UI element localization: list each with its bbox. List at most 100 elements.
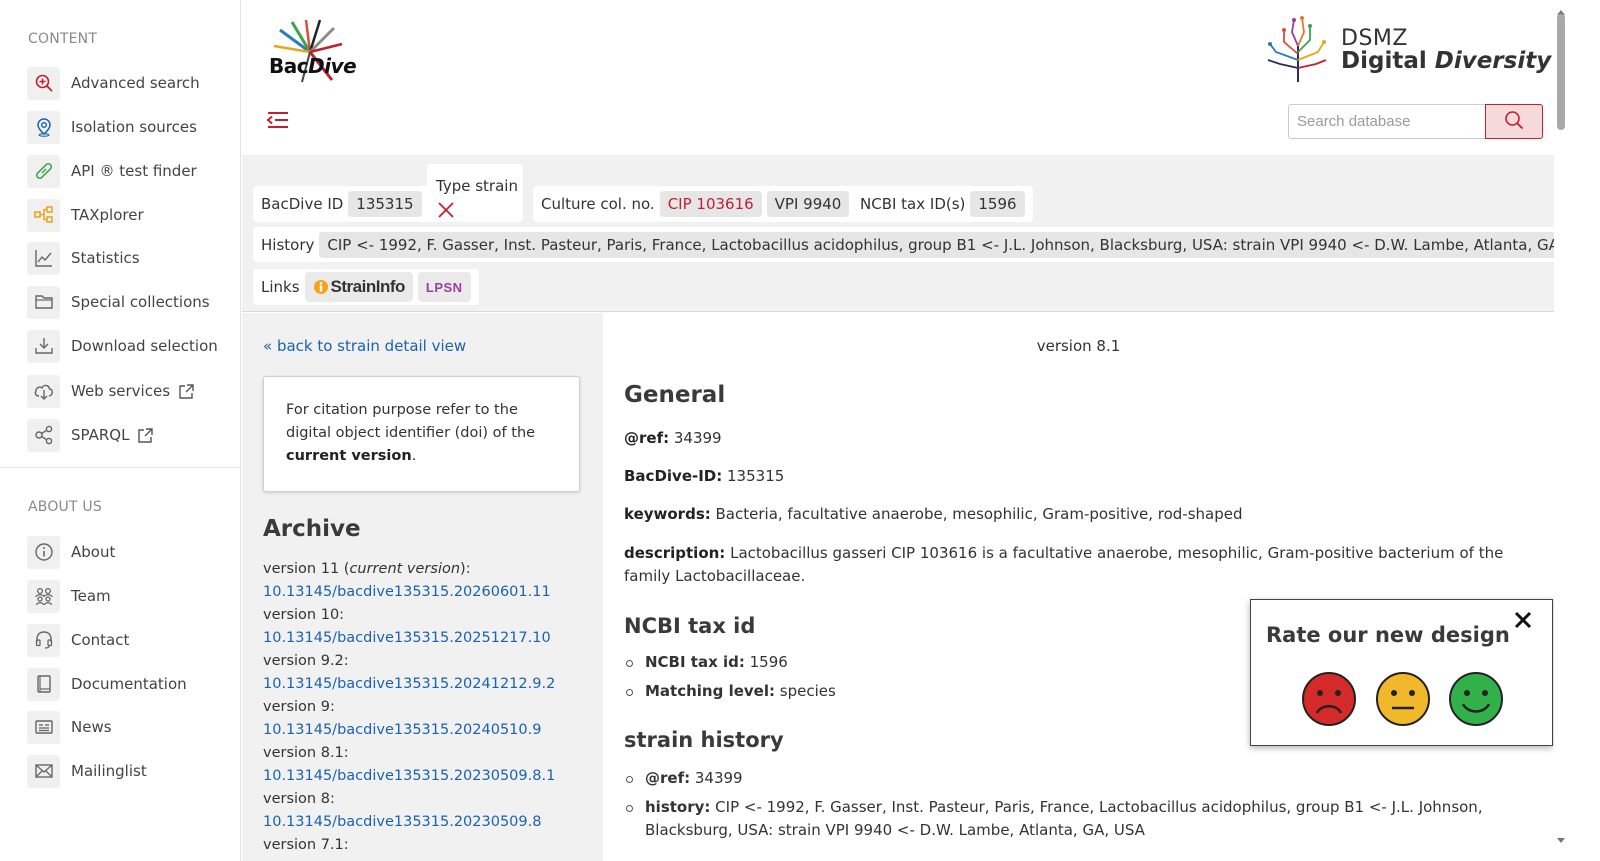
doi-link[interactable]: 10.13145/bacdive135315.20241212.9.2 bbox=[263, 673, 593, 696]
download-icon bbox=[27, 329, 60, 363]
culture-label: Culture col. no. bbox=[541, 195, 655, 213]
strain-info-bar: BacDive ID 135315 Type strain Culture co… bbox=[242, 155, 1600, 312]
straininfo-logo: StrainInfo bbox=[313, 277, 405, 297]
search-input[interactable] bbox=[1288, 104, 1485, 139]
archive-item: version 11 (current version): 10.13145/b… bbox=[263, 558, 593, 604]
sidebar-item-api-test-finder[interactable]: API ® test finder bbox=[27, 154, 237, 188]
type-strain-box: Type strain bbox=[427, 164, 523, 222]
lpsn-link[interactable]: LPSN bbox=[417, 272, 471, 302]
sidebar-item-mailinglist[interactable]: Mailinglist bbox=[27, 754, 237, 788]
sidebar-item-label: Statistics bbox=[71, 249, 140, 267]
page-scrollbar[interactable] bbox=[1554, 0, 1568, 861]
search-button[interactable] bbox=[1485, 104, 1543, 139]
ncbi-heading: NCBI tax id bbox=[624, 614, 756, 638]
sidebar-item-label: Special collections bbox=[71, 293, 210, 311]
happy-face-icon[interactable] bbox=[1448, 671, 1504, 727]
description-field: description: Lactobacillus gasseri CIP 1… bbox=[624, 544, 1504, 585]
search-bar bbox=[1288, 104, 1543, 139]
archive-list: version 11 (current version): 10.13145/b… bbox=[263, 558, 593, 857]
version-label: version 8.1 bbox=[1036, 337, 1121, 355]
culture-no-value: VPI 9940 bbox=[766, 191, 850, 217]
external-link-icon bbox=[137, 427, 154, 444]
bacdive-logo[interactable]: BacDive bbox=[262, 10, 362, 90]
bacdive-id-value: 135315 bbox=[348, 191, 422, 217]
history-label: History bbox=[261, 235, 315, 254]
dsmz-logo-line2: Digital Diversity bbox=[1341, 48, 1552, 74]
sidebar-item-label: TAXplorer bbox=[71, 206, 144, 224]
archive-item: version 8: 10.13145/bacdive135315.202305… bbox=[263, 788, 593, 834]
scrollbar-thumb[interactable] bbox=[1557, 14, 1565, 130]
content-section-title: CONTENT bbox=[28, 31, 98, 47]
archive-item: version 9.2: 10.13145/bacdive135315.2024… bbox=[263, 650, 593, 696]
sad-face-icon[interactable] bbox=[1301, 671, 1357, 727]
doi-link[interactable]: 10.13145/bacdive135315.20230509.8 bbox=[263, 811, 593, 834]
advanced-search-icon bbox=[27, 66, 60, 100]
close-icon[interactable] bbox=[1513, 610, 1533, 630]
line-chart-icon bbox=[27, 241, 60, 275]
info-icon bbox=[27, 535, 60, 569]
scroll-down-arrow-icon[interactable] bbox=[1557, 830, 1565, 843]
sidebar-item-sparql[interactable]: SPARQL bbox=[27, 418, 237, 452]
ref-field: @ref: 34399 bbox=[624, 429, 722, 447]
sidebar-item-label: Mailinglist bbox=[71, 762, 147, 780]
strain-detail-main: version 8.1 General @ref: 34399 BacDive-… bbox=[603, 313, 1554, 861]
sidebar-item-news[interactable]: News bbox=[27, 710, 237, 744]
ncbi-id-value: 1596 bbox=[970, 191, 1025, 217]
book-icon bbox=[27, 667, 60, 701]
type-strain-label: Type strain bbox=[436, 177, 518, 195]
sidebar-divider bbox=[0, 467, 241, 468]
neutral-face-icon[interactable] bbox=[1375, 671, 1431, 727]
scroll-up-arrow-icon[interactable] bbox=[1557, 3, 1565, 15]
page-margin bbox=[1568, 0, 1600, 861]
sidebar: CONTENT Advanced search Isolation source… bbox=[0, 0, 241, 861]
sidebar-item-special-collections[interactable]: Special collections bbox=[27, 285, 237, 319]
links-label: Links bbox=[261, 278, 300, 296]
test-tube-icon bbox=[27, 154, 60, 188]
sidebar-item-web-services[interactable]: Web services bbox=[27, 374, 237, 408]
taxonomy-tree-icon bbox=[27, 198, 60, 232]
rating-title: Rate our new design bbox=[1266, 623, 1510, 647]
bacdive-id-label: BacDive ID bbox=[261, 195, 344, 213]
doi-link[interactable]: 10.13145/bacdive135315.20230509.8.1 bbox=[263, 765, 593, 788]
doi-link[interactable]: 10.13145/bacdive135315.20251217.10 bbox=[263, 627, 593, 650]
bacdive-logo-text: BacDive bbox=[269, 54, 357, 78]
sidebar-item-taxplorer[interactable]: TAXplorer bbox=[27, 198, 237, 232]
sidebar-item-advanced-search[interactable]: Advanced search bbox=[27, 66, 237, 100]
sidebar-item-statistics[interactable]: Statistics bbox=[27, 241, 237, 275]
external-link-icon bbox=[178, 383, 195, 400]
culture-no-link[interactable]: CIP 103616 bbox=[659, 191, 762, 217]
archive-item: version 7.1: bbox=[263, 837, 349, 853]
location-pin-icon bbox=[27, 110, 60, 144]
sidebar-item-label: Advanced search bbox=[71, 74, 200, 92]
sidebar-item-team[interactable]: Team bbox=[27, 579, 237, 613]
keywords-field: keywords: Bacteria, facultative anaerobe… bbox=[624, 505, 1243, 523]
mail-icon bbox=[27, 754, 60, 788]
cloud-download-icon bbox=[27, 374, 60, 408]
straininfo-link[interactable]: StrainInfo bbox=[304, 272, 413, 302]
sidebar-item-label: API ® test finder bbox=[71, 162, 197, 180]
sidebar-item-isolation-sources[interactable]: Isolation sources bbox=[27, 110, 237, 144]
dsmz-logo[interactable]: DSMZ Digital Diversity bbox=[1262, 14, 1551, 84]
menu-collapse-button[interactable] bbox=[266, 108, 290, 132]
ncbi-tax-chip: NCBI tax ID(s) 1596 bbox=[852, 186, 1033, 222]
sidebar-item-label: Team bbox=[71, 587, 111, 605]
back-to-strain-link[interactable]: « back to strain detail view bbox=[263, 337, 466, 355]
sidebar-item-documentation[interactable]: Documentation bbox=[27, 667, 237, 701]
archive-title: Archive bbox=[263, 516, 361, 542]
history-chip: History CIP <- 1992, F. Gasser, Inst. Pa… bbox=[253, 227, 1600, 262]
sidebar-item-label: About bbox=[71, 543, 116, 561]
culture-collection-chip: Culture col. no. CIP 103616 VPI 9940 bbox=[533, 186, 858, 222]
sidebar-item-contact[interactable]: Contact bbox=[27, 623, 237, 657]
cross-icon bbox=[438, 202, 454, 222]
team-icon bbox=[27, 579, 60, 613]
search-icon bbox=[1504, 110, 1524, 134]
archive-item: version 8.1: 10.13145/bacdive135315.2023… bbox=[263, 742, 593, 788]
sidebar-item-download-selection[interactable]: Download selection bbox=[27, 329, 237, 363]
folder-icon bbox=[27, 285, 60, 319]
sidebar-item-label: Web services bbox=[71, 382, 171, 400]
about-section-title: ABOUT US bbox=[28, 499, 102, 515]
doi-link[interactable]: 10.13145/bacdive135315.20260601.11 bbox=[263, 581, 593, 604]
sidebar-item-about[interactable]: About bbox=[27, 535, 237, 569]
doi-link[interactable]: 10.13145/bacdive135315.20240510.9 bbox=[263, 719, 593, 742]
newspaper-icon bbox=[27, 710, 60, 744]
